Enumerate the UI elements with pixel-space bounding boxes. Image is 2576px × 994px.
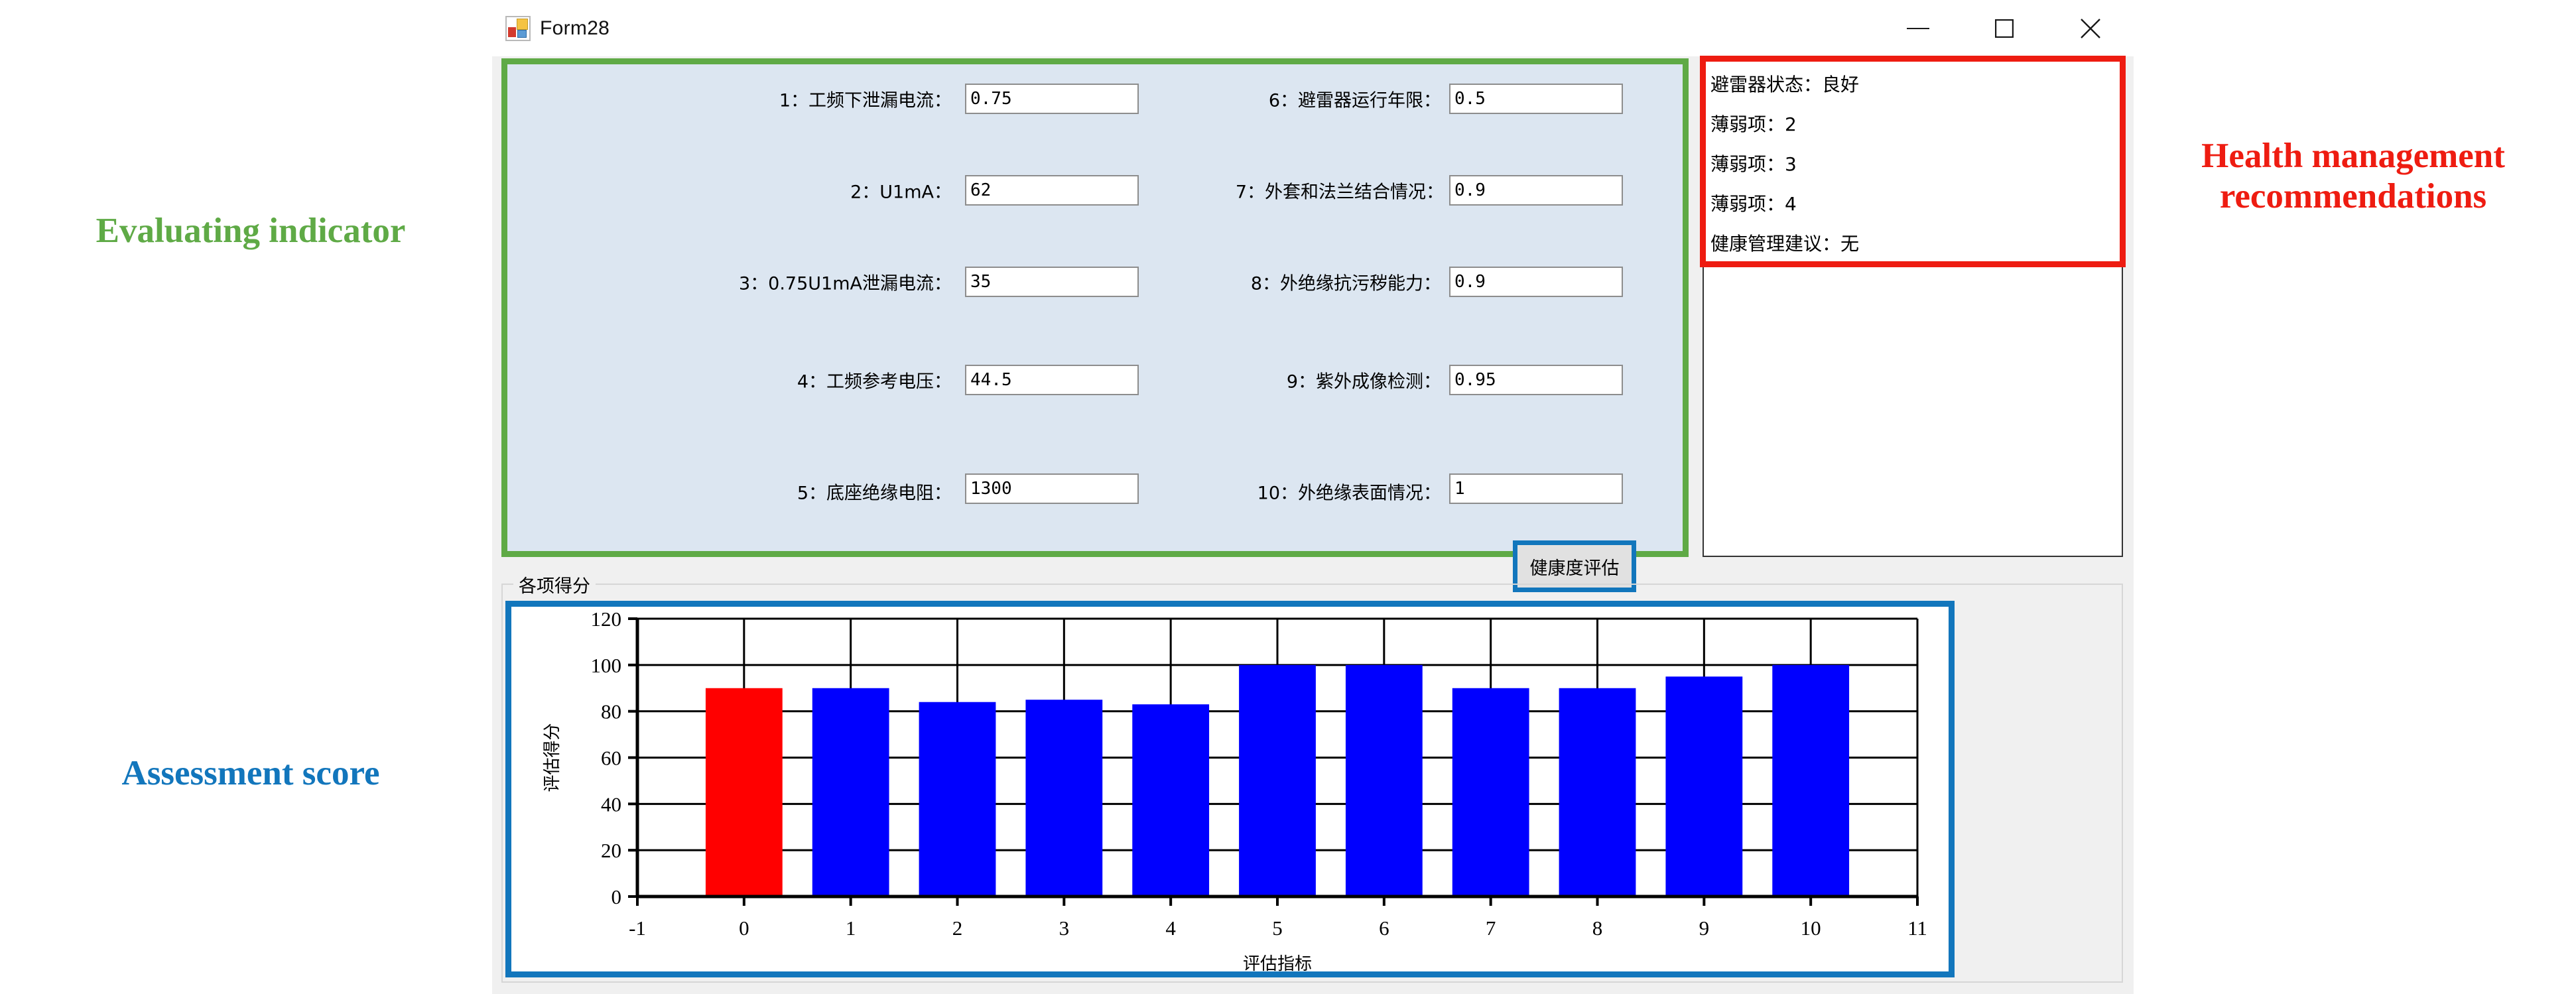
field-label-3: 3：0.75U1mA泄漏电流： — [738, 273, 952, 294]
x-tick-label: 11 — [1907, 916, 1927, 940]
y-axis-title: 评估得分 — [543, 723, 562, 792]
chart-bar — [1772, 664, 1850, 897]
field-input-9[interactable]: 0.95 — [1449, 365, 1623, 395]
x-tick-label: 3 — [1059, 916, 1070, 940]
x-tick-label: 9 — [1699, 916, 1710, 940]
score-groupbox: 各项得分 0 20 40 60 80 100 120 -1 0 1 2 3 4 5 6 7 8 9 10 11 评估… — [501, 572, 2123, 983]
health-recommendation-textbox[interactable]: 避雷器状态：良好 薄弱项：2 薄弱项：3 薄弱项：4 健康管理建议：无 — [1703, 58, 2123, 557]
field-label-2: 2：U1mA： — [850, 182, 952, 203]
recommendation-line: 薄弱项：3 — [1710, 153, 1797, 175]
chart-bar — [1559, 688, 1636, 897]
score-bar-chart: 0 20 40 60 80 100 120 -1 0 1 2 3 4 5 6 7 8 9 10 11 评估指标 评估得… — [511, 607, 1949, 971]
y-tick-label: 60 — [601, 747, 621, 770]
y-tick-label: 80 — [601, 700, 621, 723]
field-label-7: 7：外套和法兰结合情况： — [1235, 182, 1444, 203]
recommendation-line: 健康管理建议：无 — [1710, 233, 1860, 255]
evaluating-indicator-panel: 1：工频下泄漏电流： 0.75 2：U1mA： 62 3：0.75U1mA泄漏电… — [501, 58, 1689, 592]
x-tick-label: 10 — [1801, 916, 1821, 940]
x-tick-label: -1 — [629, 916, 646, 940]
x-tick-label: 5 — [1272, 916, 1283, 940]
x-tick-label: 2 — [952, 916, 963, 940]
field-input-7[interactable]: 0.9 — [1449, 175, 1623, 206]
chart-bar — [1665, 676, 1743, 897]
x-tick-label: 4 — [1165, 916, 1176, 940]
chart-bar — [1239, 664, 1316, 897]
y-tick-label: 40 — [601, 792, 621, 816]
x-tick-label: 8 — [1592, 916, 1603, 940]
annotation-health-management: Health management recommendations — [2201, 137, 2505, 216]
x-tick-label: 6 — [1379, 916, 1389, 940]
y-tick-label: 100 — [591, 654, 622, 677]
field-label-9: 9：紫外成像检测： — [1286, 371, 1441, 393]
field-label-8: 8：外绝缘抗污秽能力： — [1250, 273, 1441, 294]
chart-bar — [919, 702, 996, 897]
x-tick-label: 0 — [739, 916, 749, 940]
app-window: Form28 1：工频下泄漏电流： 0.75 2：U1mA： 62 3：0.75… — [492, 0, 2134, 994]
chart-bar — [1132, 704, 1210, 897]
chart-bar — [812, 688, 889, 897]
chart-bars — [705, 664, 1850, 897]
x-tick-label: 1 — [846, 916, 856, 940]
title-bar: Form28 — [492, 0, 2134, 56]
field-label-10: 10：外绝缘表面情况： — [1257, 483, 1441, 504]
chart-bar — [1345, 664, 1423, 897]
y-tick-label: 20 — [601, 839, 621, 862]
x-tick-label: 7 — [1486, 916, 1496, 940]
recommendation-line: 薄弱项：4 — [1710, 193, 1797, 215]
form-designer-icon — [505, 15, 531, 41]
chart-bar — [705, 688, 783, 897]
annotation-evaluating-indicator: Evaluating indicator — [96, 212, 406, 250]
field-label-4: 4：工频参考电压： — [797, 371, 952, 393]
field-input-8[interactable]: 0.9 — [1449, 267, 1623, 297]
close-icon[interactable] — [2047, 0, 2134, 56]
maximize-icon[interactable] — [1961, 0, 2047, 56]
window-title: Form28 — [540, 17, 610, 39]
chart-bar — [1025, 700, 1103, 897]
y-tick-label: 0 — [612, 885, 622, 908]
y-tick-label: 120 — [591, 607, 622, 631]
recommendation-line: 薄弱项：2 — [1710, 113, 1797, 135]
chart-bar — [1452, 688, 1529, 897]
field-input-6[interactable]: 0.5 — [1449, 84, 1623, 114]
field-label-1: 1：工频下泄漏电流： — [779, 90, 952, 111]
score-chart-panel: 0 20 40 60 80 100 120 -1 0 1 2 3 4 5 6 7 8 9 10 11 评估指标 评估得… — [505, 601, 1955, 977]
x-axis-title: 评估指标 — [1243, 954, 1312, 971]
minimize-icon[interactable] — [1875, 0, 1961, 56]
recommendation-line: 避雷器状态：良好 — [1710, 74, 1860, 95]
field-input-10[interactable]: 1 — [1449, 473, 1623, 504]
field-label-6: 6：避雷器运行年限： — [1268, 90, 1441, 111]
groupbox-caption: 各项得分 — [513, 572, 596, 597]
annotation-assessment-score: Assessment score — [121, 754, 380, 792]
field-label-5: 5：底座绝缘电阻： — [797, 483, 952, 504]
